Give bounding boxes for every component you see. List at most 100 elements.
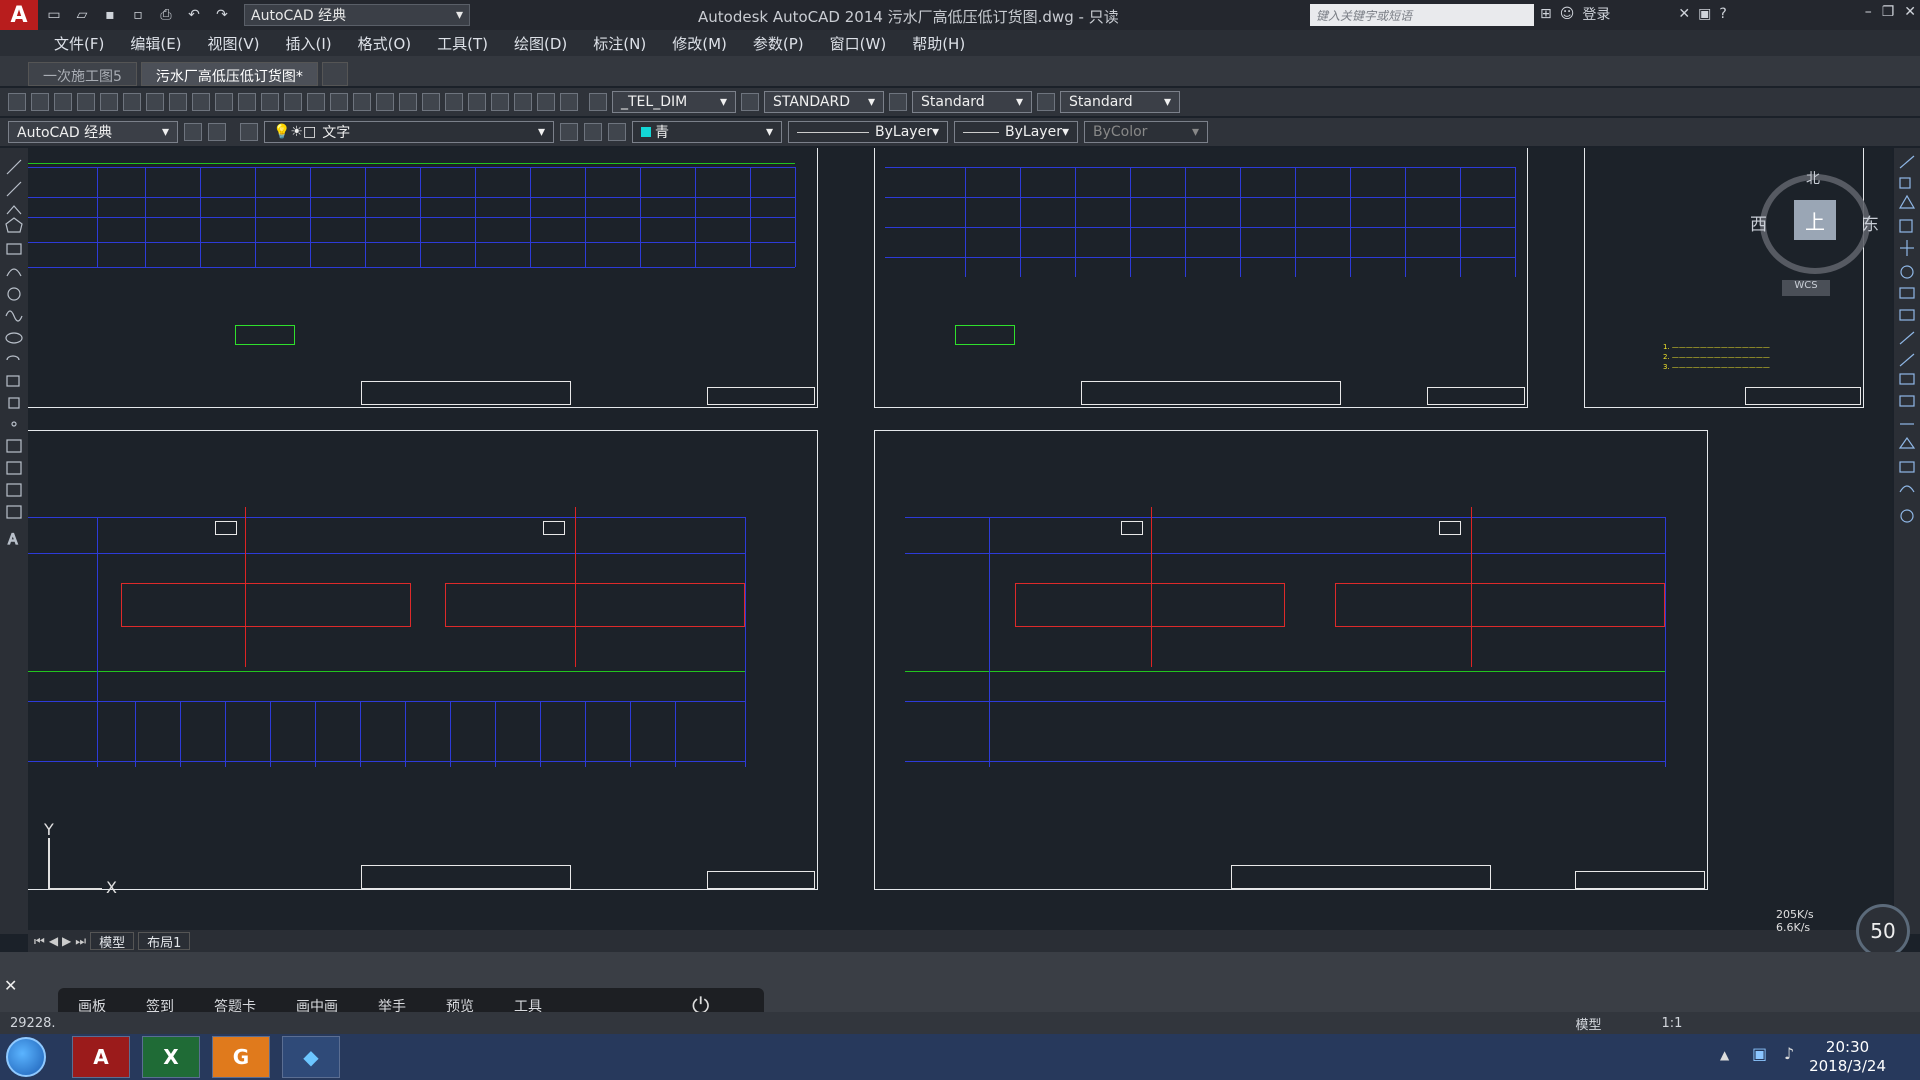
match-properties-icon[interactable] [238, 93, 256, 111]
undo-icon[interactable]: ↶ [182, 4, 206, 26]
menu-insert[interactable]: 插入(I) [286, 33, 332, 54]
workspace-select-2[interactable]: AutoCAD 经典 ▾ [8, 121, 178, 143]
save-icon[interactable]: ▪ [98, 4, 122, 26]
zoom-window-icon[interactable] [376, 93, 394, 111]
layer-previous-icon[interactable] [584, 123, 602, 141]
layer-state-icon[interactable] [240, 123, 258, 141]
dim-style-select[interactable]: STANDARD ▾ [764, 91, 884, 113]
tab-model[interactable]: 模型 [90, 932, 135, 951]
viewcube-west[interactable]: 西 [1750, 210, 1767, 235]
pdf-taskbar-icon[interactable]: G [212, 1036, 270, 1078]
tab-nav-last-icon[interactable]: ⏭ [75, 934, 86, 949]
properties-icon[interactable] [422, 93, 440, 111]
new-tab-button[interactable] [321, 62, 348, 86]
minimize-icon[interactable]: – [1865, 4, 1872, 20]
workspace-select[interactable]: AutoCAD 经典 ▾ [244, 4, 470, 26]
color-select[interactable]: 青 ▾ [632, 121, 782, 143]
menu-help[interactable]: 帮助(H) [912, 33, 965, 54]
tab-nav-next-icon[interactable]: ▶ [62, 934, 71, 948]
login-link[interactable]: 登录 [1582, 4, 1610, 24]
make-current-icon[interactable] [560, 123, 578, 141]
new-file-icon[interactable]: ▭ [42, 4, 66, 26]
table-style-icon[interactable] [889, 93, 907, 111]
layer-select[interactable]: 💡☀□ 文字 ▾ [264, 121, 554, 143]
mleader-style-select[interactable]: Standard ▾ [1060, 91, 1180, 113]
pan-icon[interactable] [330, 93, 348, 111]
tray-show-hidden-icon[interactable]: ▲ [1720, 1048, 1729, 1062]
dim-style-icon[interactable] [741, 93, 759, 111]
menu-file[interactable]: 文件(F) [54, 33, 104, 54]
taskbar-clock[interactable]: 20:30 2018/3/24 [1809, 1038, 1886, 1076]
sheet-set-icon[interactable] [491, 93, 509, 111]
layer-properties-icon[interactable] [208, 123, 226, 141]
cut-icon[interactable] [169, 93, 187, 111]
autodesk-app-icon[interactable]: ▣ [1698, 6, 1711, 22]
network-tray-icon[interactable]: ▣ [1752, 1044, 1767, 1063]
tool-palettes-icon[interactable] [468, 93, 486, 111]
zoom-previous-icon[interactable] [399, 93, 417, 111]
viewcube[interactable]: 上 北 西 东 WCS [1730, 166, 1890, 316]
preview-icon[interactable] [100, 93, 118, 111]
close-icon[interactable]: ✕ [1904, 4, 1916, 20]
windows-start-icon[interactable] [6, 1037, 46, 1077]
plotstyle-select[interactable]: ByColor ▾ [1084, 121, 1208, 143]
wcs-menu[interactable]: WCS [1782, 280, 1830, 296]
close-command-icon[interactable]: ✕ [4, 976, 17, 995]
meter-ball[interactable]: 50 [1856, 904, 1910, 958]
menu-draw[interactable]: 绘图(D) [514, 33, 567, 54]
viewcube-north[interactable]: 北 [1806, 168, 1820, 188]
autocad-taskbar-icon[interactable]: A [72, 1036, 130, 1078]
publish-icon[interactable] [123, 93, 141, 111]
viewcube-east[interactable]: 东 [1862, 210, 1879, 235]
classroom-taskbar-icon[interactable]: ◆ [282, 1036, 340, 1078]
autocad-logo-icon[interactable]: A [0, 0, 38, 30]
menu-modify[interactable]: 修改(M) [672, 33, 727, 54]
menu-parametric[interactable]: 参数(P) [753, 33, 804, 54]
exchange-icon[interactable]: ✕ [1678, 6, 1690, 22]
save-icon[interactable] [54, 93, 72, 111]
help-icon[interactable] [560, 93, 578, 111]
lineweight-select[interactable]: ByLayer ▾ [954, 121, 1078, 143]
restore-icon[interactable]: ❐ [1882, 4, 1895, 20]
layer-walk-icon[interactable] [608, 123, 626, 141]
open-icon[interactable] [31, 93, 49, 111]
menu-window[interactable]: 窗口(W) [830, 33, 887, 54]
redo-icon[interactable]: ↷ [210, 4, 234, 26]
menu-tools[interactable]: 工具(T) [437, 33, 488, 54]
menu-dimension[interactable]: 标注(N) [593, 33, 646, 54]
modify-tool-icons[interactable] [1894, 148, 1920, 934]
zoom-realtime-icon[interactable] [353, 93, 371, 111]
save-as-icon[interactable]: ▫ [126, 4, 150, 26]
plot-icon[interactable] [77, 93, 95, 111]
text-style-select[interactable]: _TEL_DIM ▾ [612, 91, 736, 113]
tab-nav-first-icon[interactable]: ⏮ [34, 934, 45, 949]
copy-icon[interactable] [192, 93, 210, 111]
search-input[interactable]: 键入关键字或短语 [1310, 4, 1534, 26]
menu-edit[interactable]: 编辑(E) [130, 33, 181, 54]
print-icon[interactable]: ⎙ [154, 4, 178, 26]
model-space-button[interactable]: 模型 [1576, 1014, 1602, 1033]
mleader-style-icon[interactable] [1037, 93, 1055, 111]
table-style-select[interactable]: Standard ▾ [912, 91, 1032, 113]
calculator-icon[interactable] [537, 93, 555, 111]
new-icon[interactable] [8, 93, 26, 111]
binoculars-icon[interactable]: ⊞ [1540, 6, 1552, 22]
open-file-icon[interactable]: ▱ [70, 4, 94, 26]
tab-document-1[interactable]: 一次施工图5 [28, 62, 137, 86]
workspace-settings-icon[interactable] [184, 123, 202, 141]
tab-layout1[interactable]: 布局1 [138, 932, 191, 951]
redo-icon[interactable] [307, 93, 325, 111]
menu-format[interactable]: 格式(O) [358, 33, 412, 54]
volume-tray-icon[interactable]: ♪ [1784, 1044, 1794, 1063]
menu-view[interactable]: 视图(V) [208, 33, 260, 54]
user-icon[interactable]: ☺ [1560, 6, 1575, 22]
tab-nav-prev-icon[interactable]: ◀ [49, 934, 58, 948]
drawing-canvas[interactable]: 1. —————————————— 2. —————————————— 3. —… [28, 148, 1892, 930]
3dprint-icon[interactable] [146, 93, 164, 111]
excel-taskbar-icon[interactable]: X [142, 1036, 200, 1078]
viewcube-face-top[interactable]: 上 [1794, 200, 1836, 240]
block-editor-icon[interactable] [261, 93, 279, 111]
annotation-scale[interactable]: 1:1 [1662, 1016, 1683, 1031]
tab-document-2[interactable]: 污水厂高低压低订货图* [140, 62, 318, 86]
text-style-icon[interactable] [589, 93, 607, 111]
